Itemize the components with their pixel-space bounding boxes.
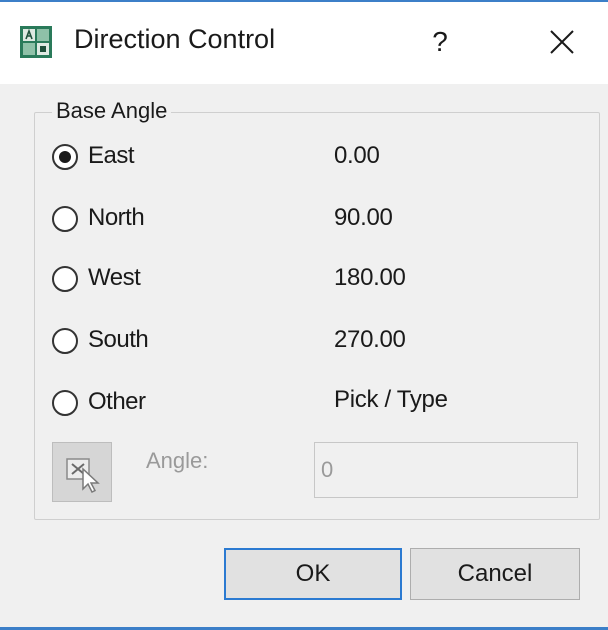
value-north: 90.00 bbox=[334, 204, 393, 231]
radio-button-west[interactable] bbox=[52, 266, 78, 292]
radio-button-east[interactable] bbox=[52, 144, 78, 170]
radio-label-south: South bbox=[88, 326, 149, 353]
direction-control-dialog: Direction Control ? Base Angle East 0.00… bbox=[0, 0, 608, 630]
value-east: 0.00 bbox=[334, 142, 380, 169]
help-button[interactable]: ? bbox=[420, 20, 460, 64]
value-south: 270.00 bbox=[334, 326, 406, 353]
radio-label-other: Other bbox=[88, 388, 146, 415]
radio-button-north[interactable] bbox=[52, 206, 78, 232]
title-bar: Direction Control ? bbox=[0, 2, 608, 84]
ok-button[interactable]: OK bbox=[224, 548, 402, 600]
radio-label-north: North bbox=[88, 204, 145, 231]
value-other: Pick / Type bbox=[334, 386, 448, 413]
radio-button-other[interactable] bbox=[52, 390, 78, 416]
window-title: Direction Control bbox=[74, 24, 276, 54]
cancel-button[interactable]: Cancel bbox=[410, 548, 580, 600]
base-angle-label: Base Angle bbox=[52, 98, 172, 124]
close-icon bbox=[550, 30, 574, 54]
value-west: 180.00 bbox=[334, 264, 406, 291]
radio-button-south[interactable] bbox=[52, 328, 78, 354]
radio-label-west: West bbox=[88, 264, 141, 291]
angle-label: Angle: bbox=[146, 448, 209, 473]
pick-angle-button[interactable] bbox=[52, 442, 112, 502]
close-button[interactable] bbox=[540, 20, 584, 64]
app-icon bbox=[20, 26, 52, 58]
radio-label-east: East bbox=[88, 142, 135, 169]
pick-angle-icon bbox=[66, 458, 100, 494]
angle-input[interactable] bbox=[314, 442, 578, 498]
